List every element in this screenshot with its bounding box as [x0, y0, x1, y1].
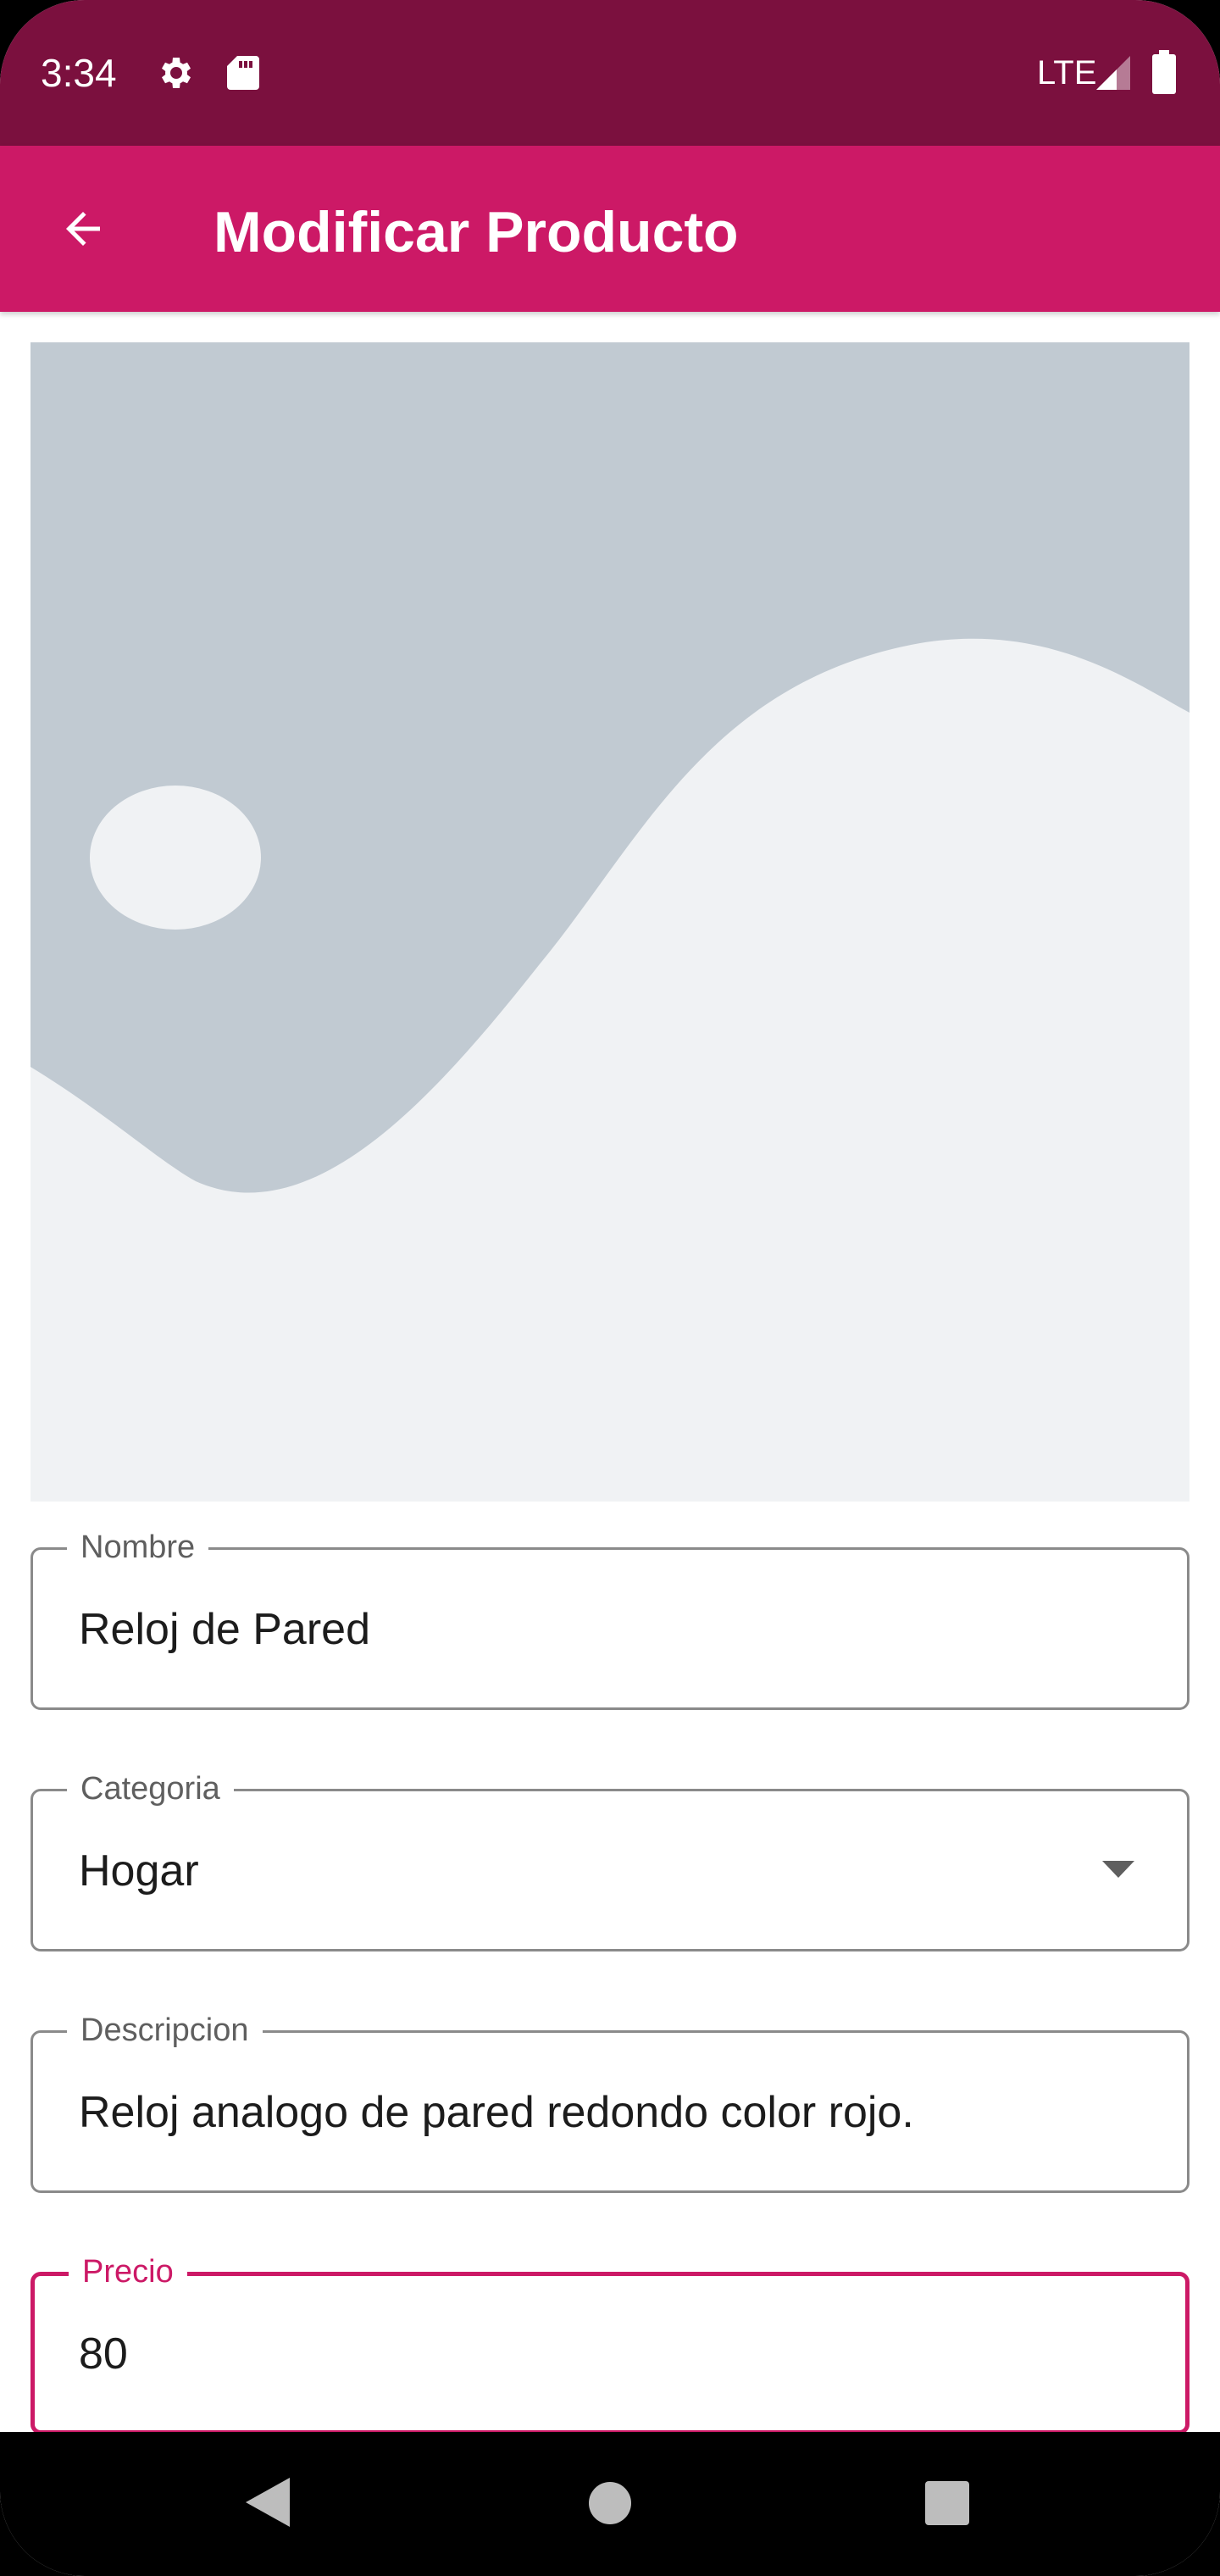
nav-home-icon[interactable]: [588, 2481, 632, 2525]
status-time: 3:34: [41, 51, 117, 95]
page-title: Modificar Producto: [214, 200, 739, 264]
app-bar: Modificar Producto: [0, 146, 1220, 312]
product-image[interactable]: [30, 342, 1190, 1502]
gear-icon: [162, 58, 191, 88]
phone-screen: 3:34 LTE Modificar Producto Nombre Reloj…: [0, 0, 1220, 2576]
image-placeholder-icon: [30, 342, 1190, 1502]
descripcion-label: Descripcion: [67, 2011, 263, 2050]
nav-back-icon[interactable]: [242, 2476, 293, 2529]
battery-icon: [1152, 50, 1176, 94]
navigation-bar: [0, 2432, 1220, 2576]
nombre-field[interactable]: Nombre Reloj de Pared: [30, 1528, 1190, 1710]
categoria-label: Categoria: [67, 1769, 234, 1808]
descripcion-input[interactable]: Reloj analogo de pared redondo color roj…: [79, 2087, 914, 2138]
arrow-back-icon: [66, 212, 100, 246]
signal-icon: [1096, 56, 1130, 90]
sd-card-icon: [227, 56, 259, 90]
nombre-label: Nombre: [67, 1528, 209, 1567]
back-button[interactable]: [47, 193, 119, 264]
precio-input[interactable]: 80: [79, 2329, 128, 2379]
categoria-dropdown[interactable]: Categoria Hogar: [30, 1769, 1190, 1951]
precio-field[interactable]: Precio 80: [30, 2252, 1190, 2434]
descripcion-field[interactable]: Descripcion Reloj analogo de pared redon…: [30, 2011, 1190, 2193]
status-bar: 3:34 LTE: [0, 0, 1220, 146]
network-type-label: LTE: [1037, 54, 1097, 92]
nombre-input[interactable]: Reloj de Pared: [79, 1604, 370, 1655]
nav-recents-icon[interactable]: [925, 2481, 969, 2525]
dropdown-arrow-icon[interactable]: [1102, 1861, 1134, 1878]
categoria-value[interactable]: Hogar: [79, 1846, 199, 1896]
precio-label: Precio: [69, 2252, 187, 2291]
